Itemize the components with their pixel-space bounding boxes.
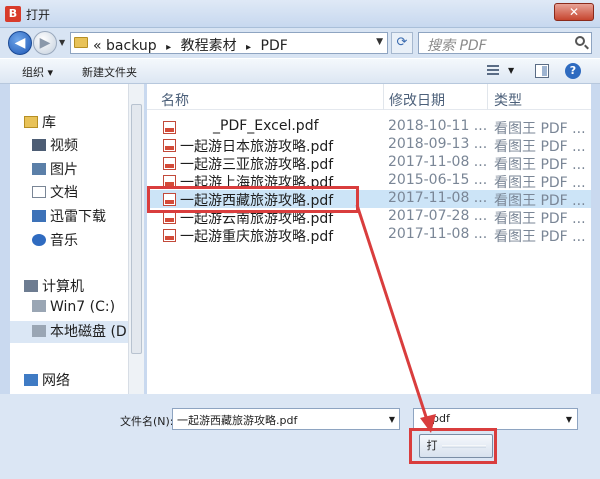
nav-videos[interactable]: 视频 (32, 135, 78, 155)
navigation-pane: 库 视频 图片 文档 迅雷下载 音乐 计算机 Win7 (C:) 本地磁盘 (D… (10, 84, 138, 394)
back-button[interactable]: ◀ (8, 31, 32, 55)
nav-music[interactable]: 音乐 (32, 230, 78, 250)
refresh-button[interactable]: ⟳ (391, 32, 413, 54)
chevron-down-icon[interactable]: ▼ (566, 415, 572, 424)
pdf-file-icon (163, 121, 176, 134)
view-options-icon[interactable] (487, 65, 499, 77)
file-date: 2018-10-11 ... (388, 118, 488, 134)
file-type: 看图王 PDF ... (494, 193, 586, 209)
file-row[interactable]: 一起游重庆旅游攻略.pdf 2017-11-08 ... 看图王 PDF ... (147, 226, 591, 245)
close-button[interactable]: ✕ (554, 3, 594, 21)
folder-icon (74, 37, 88, 48)
app-logo-icon: B (5, 6, 21, 22)
nav-network[interactable]: 网络 (24, 370, 70, 390)
file-name: _PDF_Excel.pdf (213, 118, 319, 134)
highlight-box-file (147, 186, 359, 213)
title-bar: B 打开 ✕ (0, 0, 600, 28)
breadcrumb-overflow[interactable]: « (93, 38, 102, 54)
search-input[interactable]: 搜索 PDF (418, 32, 592, 54)
history-dropdown-icon[interactable]: ▼ (59, 38, 65, 47)
window-title: 打开 (26, 8, 51, 22)
filename-input[interactable]: 一起游西藏旅游攻略.pdf ▼ (172, 408, 400, 430)
drive-icon (32, 300, 46, 312)
music-icon (32, 234, 46, 246)
pdf-file-icon (163, 139, 176, 152)
file-name: 一起游重庆旅游攻略.pdf (180, 229, 334, 245)
file-row[interactable]: 一起游日本旅游攻略.pdf 2018-09-13 ... 看图王 PDF ... (147, 136, 591, 155)
preview-pane-icon[interactable] (535, 64, 549, 78)
file-type: 看图王 PDF ... (494, 211, 586, 227)
address-bar[interactable]: « backup ▸ 教程素材 ▸ PDF ▼ (70, 32, 388, 54)
nav-thunder-downloads[interactable]: 迅雷下载 (32, 206, 106, 226)
nav-pictures[interactable]: 图片 (32, 159, 78, 179)
highlight-box-open (409, 428, 497, 464)
file-date: 2015-06-15 ... (388, 172, 488, 188)
document-icon (32, 186, 46, 198)
file-type: 看图王 PDF ... (494, 139, 586, 155)
file-list: 名称 修改日期 类型 _PDF_Excel.pdf 2018-10-11 ...… (147, 84, 591, 394)
address-dropdown-icon[interactable]: ▼ (376, 37, 383, 47)
nav-computer[interactable]: 计算机 (24, 276, 84, 296)
file-date: 2018-09-13 ... (388, 136, 488, 152)
footer-panel: 文件名(N): 一起游西藏旅游攻略.pdf ▼ pdf ▼ 打 (0, 394, 600, 479)
search-placeholder: 搜索 PDF (427, 38, 487, 54)
network-icon (24, 374, 38, 386)
column-divider[interactable] (487, 84, 488, 110)
pdf-file-icon (163, 229, 176, 242)
breadcrumb-item[interactable]: PDF (261, 38, 288, 54)
column-header-type[interactable]: 类型 (494, 90, 522, 110)
download-icon (32, 210, 46, 222)
file-date: 2017-11-08 ... (388, 154, 488, 170)
file-date: 2017-11-08 ... (388, 190, 488, 206)
column-divider[interactable] (383, 84, 384, 110)
breadcrumb-item[interactable]: 教程素材 (181, 38, 237, 54)
file-row[interactable]: 一起游三亚旅游攻略.pdf 2017-11-08 ... 看图王 PDF ... (147, 154, 591, 173)
pdf-file-icon (163, 157, 176, 170)
filename-value: 一起游西藏旅游攻略.pdf (177, 414, 298, 427)
breadcrumb: « backup ▸ 教程素材 ▸ PDF (93, 35, 288, 55)
help-icon[interactable]: ? (565, 63, 581, 79)
column-header-date[interactable]: 修改日期 (389, 90, 445, 110)
file-date: 2017-07-28 ... (388, 208, 488, 224)
breadcrumb-item[interactable]: backup (106, 38, 157, 54)
filetype-select[interactable]: pdf ▼ (413, 408, 578, 430)
address-row: ◀ ▶ ▼ « backup ▸ 教程素材 ▸ PDF ▼ ⟳ 搜索 PDF (0, 28, 600, 58)
filename-label: 文件名(N): (120, 415, 174, 428)
computer-icon (24, 280, 38, 292)
file-name: 一起游日本旅游攻略.pdf (180, 139, 334, 155)
column-header-row: 名称 修改日期 类型 (147, 84, 591, 110)
file-type: 看图王 PDF ... (494, 229, 586, 245)
file-type: 看图王 PDF ... (494, 121, 586, 137)
view-dropdown-icon[interactable]: ▼ (508, 66, 514, 75)
file-type: 看图王 PDF ... (494, 175, 586, 191)
chevron-right-icon[interactable]: ▸ (241, 42, 256, 53)
nav-scrollbar[interactable] (128, 84, 144, 394)
forward-button[interactable]: ▶ (33, 31, 57, 55)
nav-drive-d[interactable]: 本地磁盘 (D: (10, 321, 138, 343)
file-row[interactable]: _PDF_Excel.pdf 2018-10-11 ... 看图王 PDF ..… (147, 118, 591, 137)
video-icon (32, 139, 46, 151)
column-header-name[interactable]: 名称 (161, 90, 189, 110)
organize-button[interactable]: 组织 ▾ (22, 64, 53, 80)
picture-icon (32, 163, 46, 175)
nav-drive-c[interactable]: Win7 (C:) (32, 299, 115, 315)
chevron-right-icon[interactable]: ▸ (161, 42, 176, 53)
scrollbar-thumb[interactable] (131, 104, 142, 354)
new-folder-button[interactable]: 新建文件夹 (82, 64, 137, 80)
search-icon (575, 36, 585, 46)
nav-libraries[interactable]: 库 (24, 112, 56, 132)
chevron-down-icon[interactable]: ▼ (389, 415, 395, 424)
nav-documents[interactable]: 文档 (32, 182, 78, 202)
file-type: 看图王 PDF ... (494, 157, 586, 173)
file-name: 一起游三亚旅游攻略.pdf (180, 157, 334, 173)
drive-icon (32, 325, 46, 337)
library-icon (24, 116, 38, 128)
command-bar: 组织 ▾ 新建文件夹 ▼ ? (0, 58, 600, 84)
filetype-value: pdf (432, 412, 450, 425)
file-date: 2017-11-08 ... (388, 226, 488, 242)
